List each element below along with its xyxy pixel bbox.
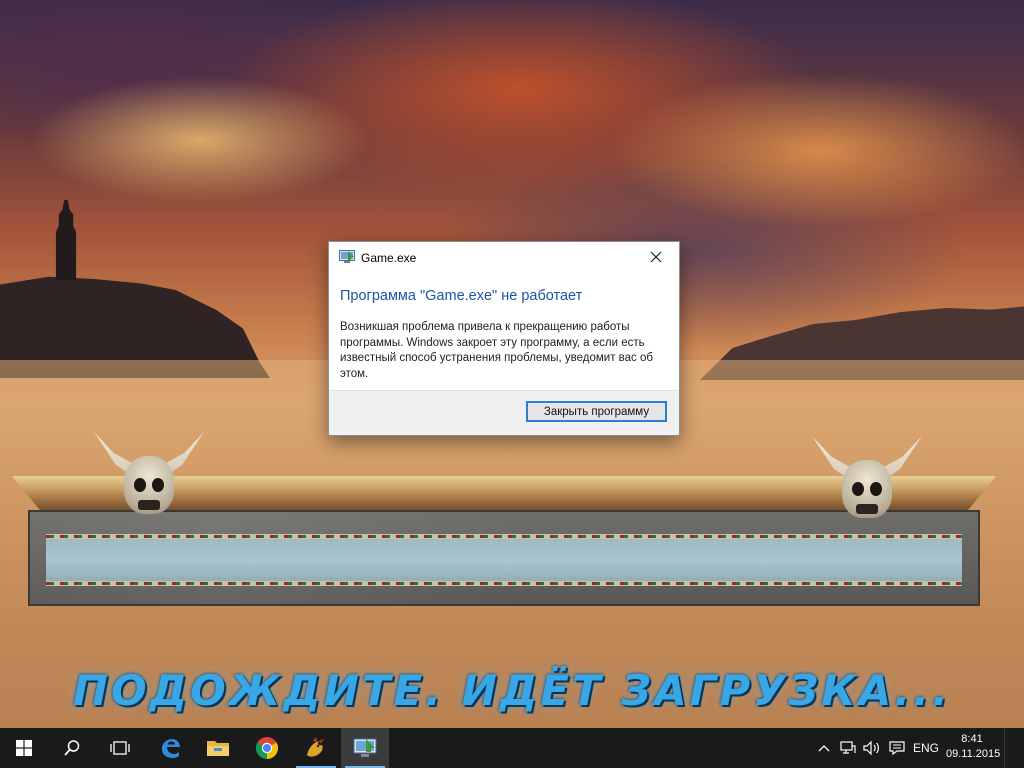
show-desktop-button[interactable] [1004, 728, 1024, 768]
file-explorer-icon [207, 741, 229, 756]
dialog-title: Game.exe [361, 251, 417, 265]
windows-start-icon [16, 740, 32, 756]
error-report-icon [339, 250, 355, 264]
clock-time: 8:41 [961, 733, 983, 745]
close-icon [650, 251, 662, 263]
start-button[interactable] [0, 728, 48, 768]
loading-progress-strip [46, 534, 962, 586]
system-clock[interactable]: 8:41 09.11.2015 [946, 732, 1001, 762]
search-icon [64, 740, 80, 756]
dialog-heading: Программа "Game.exe" не работает [340, 288, 583, 304]
dialog-titlebar[interactable]: Game.exe [329, 242, 679, 272]
task-view-icon [110, 741, 130, 755]
volume-tray-button[interactable] [861, 728, 883, 768]
message-icon [889, 741, 905, 755]
language-indicator[interactable]: ENG [910, 728, 942, 768]
error-report-icon [353, 738, 377, 757]
task-view-button[interactable] [96, 728, 144, 768]
taskbar-error-report[interactable] [341, 728, 389, 768]
taskbar: ENG 8:41 09.11.2015 [0, 728, 1024, 768]
chrome-icon [256, 737, 278, 759]
loading-text: ПОДОЖДИТЕ. ИДЁТ ЗАГРУЗКА... [72, 666, 952, 715]
skull-ornament-right-icon [812, 436, 922, 536]
network-tray-button[interactable] [838, 728, 858, 768]
close-program-button[interactable]: Закрыть программу [526, 401, 667, 422]
taskbar-chrome[interactable] [243, 728, 291, 768]
clock-date: 09.11.2015 [946, 748, 1001, 760]
error-dialog: Game.exe Программа "Game.exe" не работае… [328, 241, 680, 436]
taskbar-edge[interactable] [146, 728, 194, 768]
game-dragon-icon [307, 737, 324, 757]
search-button[interactable] [48, 728, 96, 768]
show-hidden-icons-button[interactable] [814, 728, 834, 768]
notifications-tray-button[interactable] [886, 728, 908, 768]
close-button[interactable] [633, 242, 679, 272]
edge-icon [162, 739, 180, 758]
taskbar-file-explorer[interactable] [194, 728, 242, 768]
chevron-up-icon [818, 745, 830, 752]
speaker-icon [863, 741, 879, 755]
dialog-message: Возникшая проблема привела к прекращению… [340, 321, 653, 380]
skull-ornament-left-icon [94, 432, 204, 532]
dialog-footer: Закрыть программу [329, 390, 679, 435]
network-icon [840, 741, 856, 754]
taskbar-game-app[interactable] [292, 728, 340, 768]
